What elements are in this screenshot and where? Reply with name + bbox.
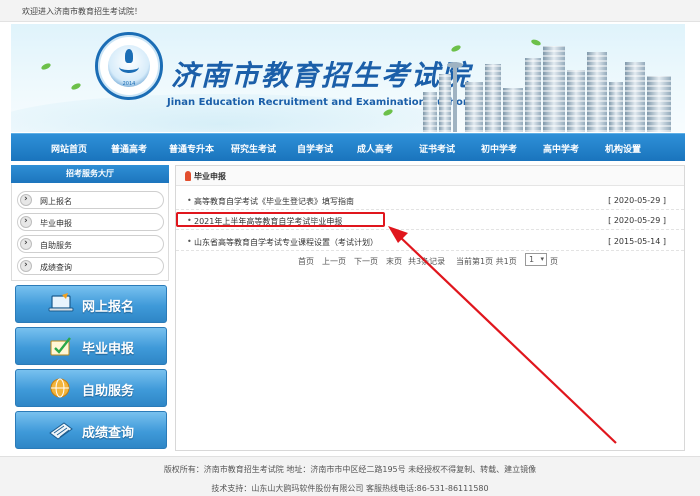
footer-copyright: 版权所有：济南市教育招生考试院 地址：济南市市中区经二路195号 未经授权不得复… [163, 465, 537, 474]
footer: 版权所有：济南市教育招生考试院 地址：济南市市中区经二路195号 未经授权不得复… [0, 456, 700, 496]
footer-support: 技术支持：山东山大鸥玛软件股份有限公司 客服热线电话:86-531-861115… [211, 484, 489, 493]
annotation-arrow [388, 226, 617, 444]
